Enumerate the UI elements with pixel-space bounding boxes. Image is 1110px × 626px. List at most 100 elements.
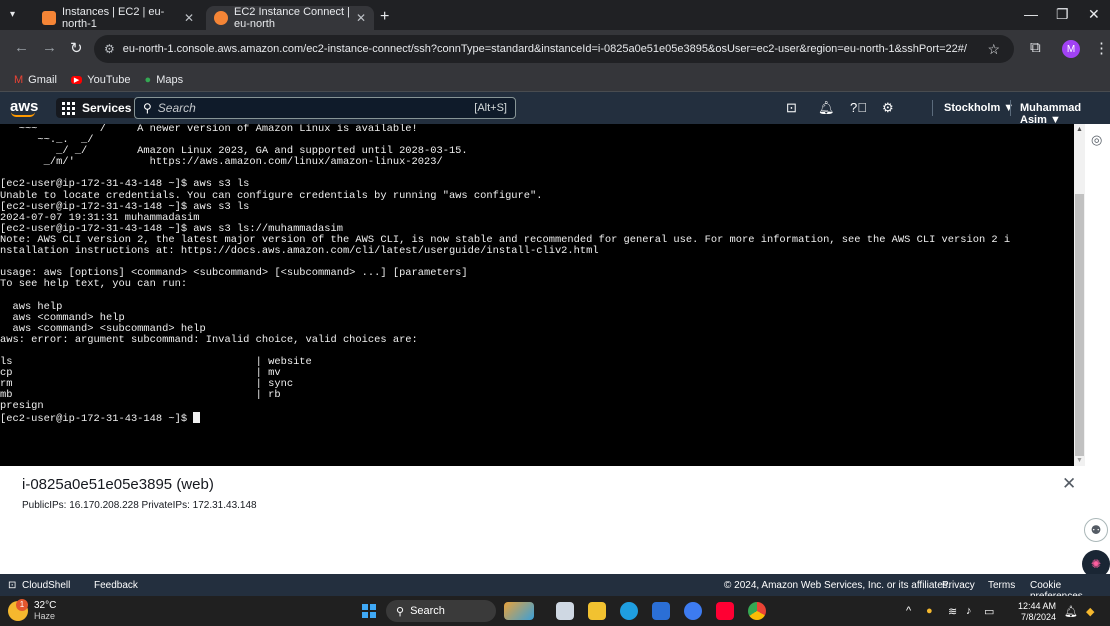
url-omnibox[interactable]: ⚙ eu-north-1.console.aws.amazon.com/ec2-… (94, 35, 1014, 63)
bookmark-label: YouTube (87, 73, 131, 86)
copilot-tray-icon[interactable]: ◆ (1086, 605, 1094, 618)
tray-app-icon[interactable]: ● (926, 605, 933, 617)
wifi-icon[interactable]: ≋ (948, 605, 957, 618)
weather-temperature: 32°C (34, 600, 57, 611)
terminal-output: ~~~ / A newer version of Amazon Linux is… (0, 124, 1074, 426)
url-text: eu-north-1.console.aws.amazon.com/ec2-in… (122, 43, 967, 55)
ssh-terminal[interactable]: ~~~ / A newer version of Amazon Linux is… (0, 124, 1074, 466)
extensions-icon[interactable]: ⧉ (1030, 39, 1041, 56)
cloudshell-link[interactable]: CloudShell (22, 580, 70, 591)
system-clock[interactable]: 12:44 AM 7/8/2024 (1018, 601, 1056, 623)
task-view-icon[interactable] (556, 602, 574, 620)
bookmark-youtube[interactable]: ▶ YouTube (70, 73, 131, 86)
taskbar-search-label: Search (410, 605, 445, 617)
notifications-bell-icon[interactable]: 🔔︎ (818, 100, 835, 116)
weather-condition: Haze (34, 611, 56, 621)
bookmark-star-icon[interactable]: ☆ (987, 41, 1000, 58)
info-panel-icon[interactable]: ◎ (1091, 132, 1102, 148)
youtube-app-icon[interactable] (716, 602, 734, 620)
battery-icon[interactable]: ▭ (984, 605, 994, 618)
search-shortcut: [Alt+S] (474, 102, 507, 114)
assistant-chat-icon[interactable]: ⚉ (1084, 518, 1108, 542)
volume-icon[interactable]: ♪ (966, 605, 972, 617)
terminal-history: ~~~ / A newer version of Amazon Linux is… (0, 124, 1011, 413)
bookmark-label: Maps (156, 73, 184, 86)
widgets-icon[interactable] (504, 602, 534, 620)
profile-avatar[interactable]: M (1062, 40, 1080, 58)
instance-info-panel: i-0825a0e51e05e3895 (web) PublicIPs: 16.… (0, 466, 1085, 574)
aws-logo[interactable]: aws (10, 98, 38, 117)
site-settings-icon[interactable]: ⚙ (104, 42, 115, 56)
scroll-down-icon[interactable]: ▼ (1076, 457, 1083, 464)
terminal-cursor (193, 412, 201, 424)
bookmark-gmail[interactable]: M Gmail (14, 74, 57, 86)
instance-title: i-0825a0e51e05e3895 (web) (22, 476, 214, 493)
services-label: Services (82, 101, 132, 115)
weather-badge: 1 (16, 598, 28, 611)
nav-divider (932, 100, 933, 116)
file-explorer-icon[interactable] (588, 602, 606, 620)
bookmark-maps[interactable]: ● Maps (145, 74, 184, 86)
windows-taskbar: 1 32°C Haze ⚲ Search ^ ● ≋ ♪ ▭ 12:44 AM … (0, 596, 1110, 626)
search-input[interactable] (157, 101, 475, 115)
ec2-favicon-icon (214, 11, 228, 25)
back-icon[interactable]: ← (14, 39, 29, 56)
console-search[interactable]: ⚲ [Alt+S] (134, 97, 516, 119)
reload-icon[interactable]: ↻ (70, 39, 83, 57)
youtube-icon: ▶ (70, 75, 83, 84)
restore-icon[interactable]: ❐ (1056, 6, 1069, 23)
edge-browser-icon[interactable] (620, 602, 638, 620)
region-selector[interactable]: Stockholm ▼ (944, 102, 1014, 114)
services-menu-button[interactable]: Services (56, 98, 138, 118)
clock-time: 12:44 AM (1018, 601, 1057, 611)
services-grid-icon (62, 101, 75, 115)
nav-divider (1010, 100, 1011, 116)
terminal-prompt: [ec2-user@ip-172-31-43-148 ~]$ (0, 413, 194, 426)
windows-start-icon[interactable] (362, 604, 376, 618)
minimize-icon[interactable]: — (1024, 6, 1038, 22)
tab-instances[interactable]: Instances | EC2 | eu-north-1 ✕ (34, 6, 202, 30)
tab-title: Instances | EC2 | eu-north-1 (62, 6, 165, 30)
tray-overflow-icon[interactable]: ^ (906, 605, 911, 617)
browser-tab-bar: ▾ Instances | EC2 | eu-north-1 ✕ EC2 Ins… (0, 0, 1110, 30)
chrome-icon[interactable] (748, 602, 766, 620)
search-icon: ⚲ (143, 101, 152, 115)
ec2-favicon-icon (42, 11, 56, 25)
help-icon[interactable]: ?⃝ (850, 100, 867, 115)
bookmarks-bar: M Gmail ▶ YouTube ● Maps (0, 68, 1110, 92)
microsoft-store-icon[interactable] (652, 602, 670, 620)
privacy-link[interactable]: Privacy (942, 580, 975, 591)
window-close-icon[interactable]: ✕ (1088, 6, 1100, 23)
close-icon[interactable]: ✕ (1062, 474, 1076, 494)
bookmark-label: Gmail (28, 73, 57, 86)
copilot-icon[interactable] (684, 602, 702, 620)
tab-title: EC2 Instance Connect | eu-north (234, 6, 350, 30)
taskbar-search[interactable]: ⚲ Search (386, 600, 496, 622)
copyright-text: © 2024, Amazon Web Services, Inc. or its… (724, 580, 951, 591)
right-utility-rail: ◎ (1085, 124, 1110, 574)
feedback-link[interactable]: Feedback (94, 580, 138, 591)
maps-icon: ● (144, 73, 152, 86)
terminal-scrollbar[interactable]: ▲ ▼ (1074, 124, 1085, 466)
tab-search-icon[interactable]: ▾ (10, 9, 15, 20)
settings-gear-icon[interactable]: ⚙ (882, 100, 894, 116)
account-menu[interactable]: Muhammad Asim ▼ (1020, 102, 1110, 126)
close-icon[interactable]: ✕ (184, 11, 194, 25)
console-footer: ⊡ CloudShell Feedback © 2024, Amazon Web… (0, 574, 1110, 602)
terms-link[interactable]: Terms (988, 580, 1015, 591)
browser-menu-icon[interactable]: ⋮ (1094, 39, 1109, 57)
aws-console-nav: aws Services ⚲ [Alt+S] ⊡ 🔔︎ ?⃝ ⚙ Stockho… (0, 92, 1110, 126)
weather-widget[interactable]: 1 32°C Haze (8, 598, 57, 621)
notification-bell-icon[interactable]: 🔔︎ (1064, 605, 1078, 618)
new-tab-icon[interactable]: + (380, 8, 389, 26)
clock-date: 7/8/2024 (1020, 612, 1057, 622)
cloudshell-icon[interactable]: ⊡ (786, 100, 797, 116)
scroll-up-icon[interactable]: ▲ (1076, 126, 1083, 133)
forward-icon[interactable]: → (42, 39, 57, 56)
instance-ips: PublicIPs: 16.170.208.228 PrivateIPs: 17… (22, 500, 257, 511)
address-bar-row: ← → ↻ ⚙ eu-north-1.console.aws.amazon.co… (0, 30, 1110, 68)
weather-sun-icon: 1 (8, 598, 28, 621)
close-icon[interactable]: ✕ (356, 11, 366, 25)
scrollbar-thumb[interactable] (1075, 194, 1084, 456)
tab-instance-connect[interactable]: EC2 Instance Connect | eu-north ✕ (206, 6, 374, 30)
